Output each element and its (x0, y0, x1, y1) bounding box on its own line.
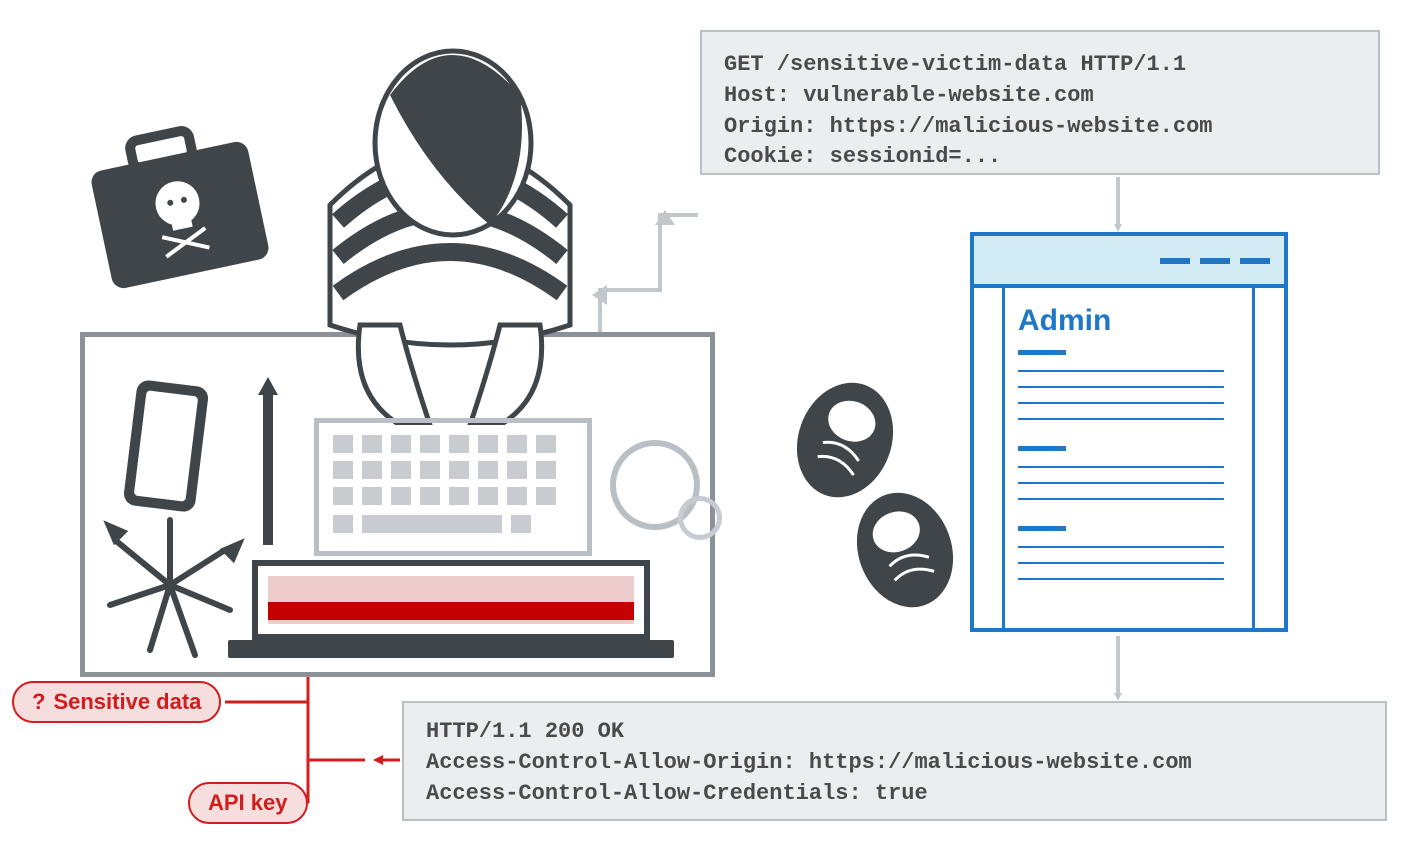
http-request-box: GET /sensitive-victim-data HTTP/1.1 Host… (700, 30, 1380, 175)
sensitive-data-text: Sensitive data (53, 689, 201, 714)
question-mark-icon: ? (32, 689, 45, 714)
request-line-4: Cookie: sessionid=... (724, 144, 1001, 169)
attacker-laptop-icon (252, 560, 650, 640)
window-controls-icon (1160, 258, 1270, 264)
sneakers-icon (775, 370, 975, 630)
coffee-cup-icon (610, 440, 700, 530)
response-line-3: Access-Control-Allow-Credentials: true (426, 781, 928, 806)
briefcase-skull-icon (80, 115, 280, 295)
http-response-box: HTTP/1.1 200 OK Access-Control-Allow-Ori… (402, 701, 1387, 821)
attacker-person-icon (290, 25, 610, 425)
sensitive-data-label: ? Sensitive data (12, 681, 221, 723)
browser-heading: Admin (1018, 304, 1111, 338)
keyboard-icon (314, 418, 592, 556)
api-key-label: API key (188, 782, 308, 824)
api-key-text: API key (208, 790, 288, 815)
request-line-3: Origin: https://malicious-website.com (724, 114, 1212, 139)
request-line-2: Host: vulnerable-website.com (724, 83, 1094, 108)
pencil-icon (263, 395, 273, 545)
browser-content: Admin (974, 288, 1284, 628)
request-line-1: GET /sensitive-victim-data HTTP/1.1 (724, 52, 1186, 77)
response-line-2: Access-Control-Allow-Origin: https://mal… (426, 750, 1192, 775)
phone-icon (123, 379, 210, 513)
browser-titlebar (974, 236, 1284, 288)
response-line-1: HTTP/1.1 200 OK (426, 719, 624, 744)
plant-icon (95, 510, 245, 660)
admin-browser-window: Admin (970, 232, 1288, 632)
